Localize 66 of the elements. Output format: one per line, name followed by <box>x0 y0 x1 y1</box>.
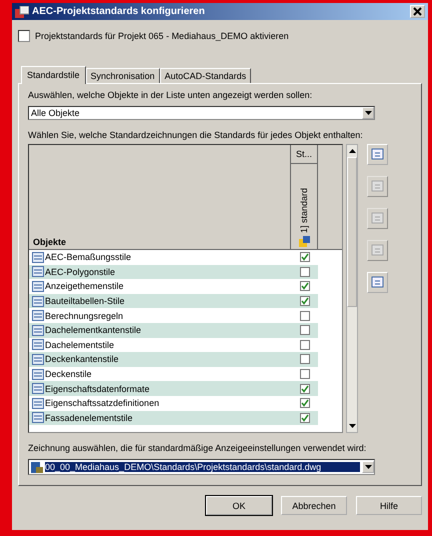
style-icon <box>32 339 44 350</box>
checkbox[interactable] <box>300 296 310 306</box>
style-icon <box>32 266 44 278</box>
table-cell-text: Berechnungsregeln <box>45 310 124 321</box>
table-cell-text: Dachelementkantenstile <box>45 325 142 336</box>
checkbox[interactable] <box>300 310 310 321</box>
table-cell-text: Deckenkantenstile <box>45 354 120 364</box>
checkbox[interactable] <box>300 252 310 262</box>
filter-label: Auswählen, welche Objekte in der Liste unten angezeigt werden sollen: <box>28 90 314 102</box>
document-icon <box>370 244 384 257</box>
style-icon <box>32 296 44 307</box>
dialog-button[interactable]: Abbrechen <box>281 496 347 515</box>
checkbox[interactable] <box>300 398 310 408</box>
scroll-up-icon[interactable] <box>348 149 356 153</box>
style-icon <box>32 398 44 409</box>
table-cell-text: Bauteiltabellen-Stile <box>45 296 126 306</box>
tab[interactable]: Standardstile <box>21 66 86 84</box>
checkbox[interactable] <box>300 354 310 364</box>
checkbox[interactable] <box>300 412 310 423</box>
close-button[interactable] <box>410 5 425 18</box>
tab[interactable]: AutoCAD-Standards <box>160 68 252 83</box>
drawing-icon <box>298 236 310 247</box>
table-cell-text: AEC-Polygonstile <box>45 266 116 277</box>
default-drawing-label: Zeichnung auswählen, die für standardmäßige Anzeigeeinstellungen verwendet wird: <box>28 443 368 455</box>
app-icon <box>15 6 29 18</box>
checkbox[interactable] <box>300 384 310 394</box>
document-icon <box>370 148 384 161</box>
checkbox[interactable] <box>300 325 310 336</box>
checkbox[interactable] <box>300 266 310 277</box>
table-cell-text: Fassadenelementstile <box>45 412 134 423</box>
filter-dropdown[interactable]: Alle Objekte <box>28 106 375 120</box>
checkbox[interactable] <box>18 30 30 42</box>
document-icon <box>370 276 384 289</box>
checkbox[interactable] <box>300 340 310 350</box>
checkbox[interactable] <box>300 281 310 292</box>
style-icon <box>32 354 44 365</box>
table-cell-text: Dachelementstile <box>45 340 116 350</box>
column-header[interactable]: St... <box>291 145 317 164</box>
table-label: Wählen Sie, welche Standardzeichnungen die Standards für jedes Objekt enthalten: <box>28 130 364 142</box>
column-header: 1] standard <box>299 188 309 233</box>
column-header[interactable]: Objekte <box>29 145 291 249</box>
style-icon <box>32 368 44 380</box>
style-icon <box>32 310 44 322</box>
drawing-file-icon <box>31 462 43 472</box>
style-icon <box>32 383 44 394</box>
style-icon <box>32 324 44 336</box>
style-icon <box>32 412 44 424</box>
table-cell-text: Deckenstile <box>45 369 93 380</box>
style-icon <box>32 280 44 292</box>
table-cell-text: Eigenschaftsdatenformate <box>45 384 151 394</box>
tab[interactable]: Synchronisation <box>86 68 160 83</box>
table-cell-text: AEC-Bemaßungsstile <box>45 252 132 262</box>
checkbox-label: Projektstandards für Projekt 065 - Mediahaus_DEMO aktivieren <box>35 31 289 41</box>
document-icon <box>370 180 384 193</box>
style-icon <box>32 252 44 263</box>
table-cell-text: Eigenschaftssatzdefinitionen <box>45 398 160 408</box>
close-icon <box>413 7 422 16</box>
scrollbar[interactable] <box>346 144 358 433</box>
dialog-button[interactable]: OK <box>206 496 272 515</box>
window-title: AEC-Projektstandards konfigurieren <box>32 6 206 17</box>
dialog-button[interactable]: Hilfe <box>356 496 422 515</box>
checkbox[interactable] <box>300 369 310 380</box>
document-icon <box>370 212 384 225</box>
scroll-down-icon[interactable] <box>348 424 356 428</box>
table-cell-text: Anzeigethemenstile <box>45 281 125 292</box>
drawing-dropdown[interactable]: 00_00_Mediahaus_DEMO\Standards\Projektstandards\standard.dwg <box>28 459 375 475</box>
